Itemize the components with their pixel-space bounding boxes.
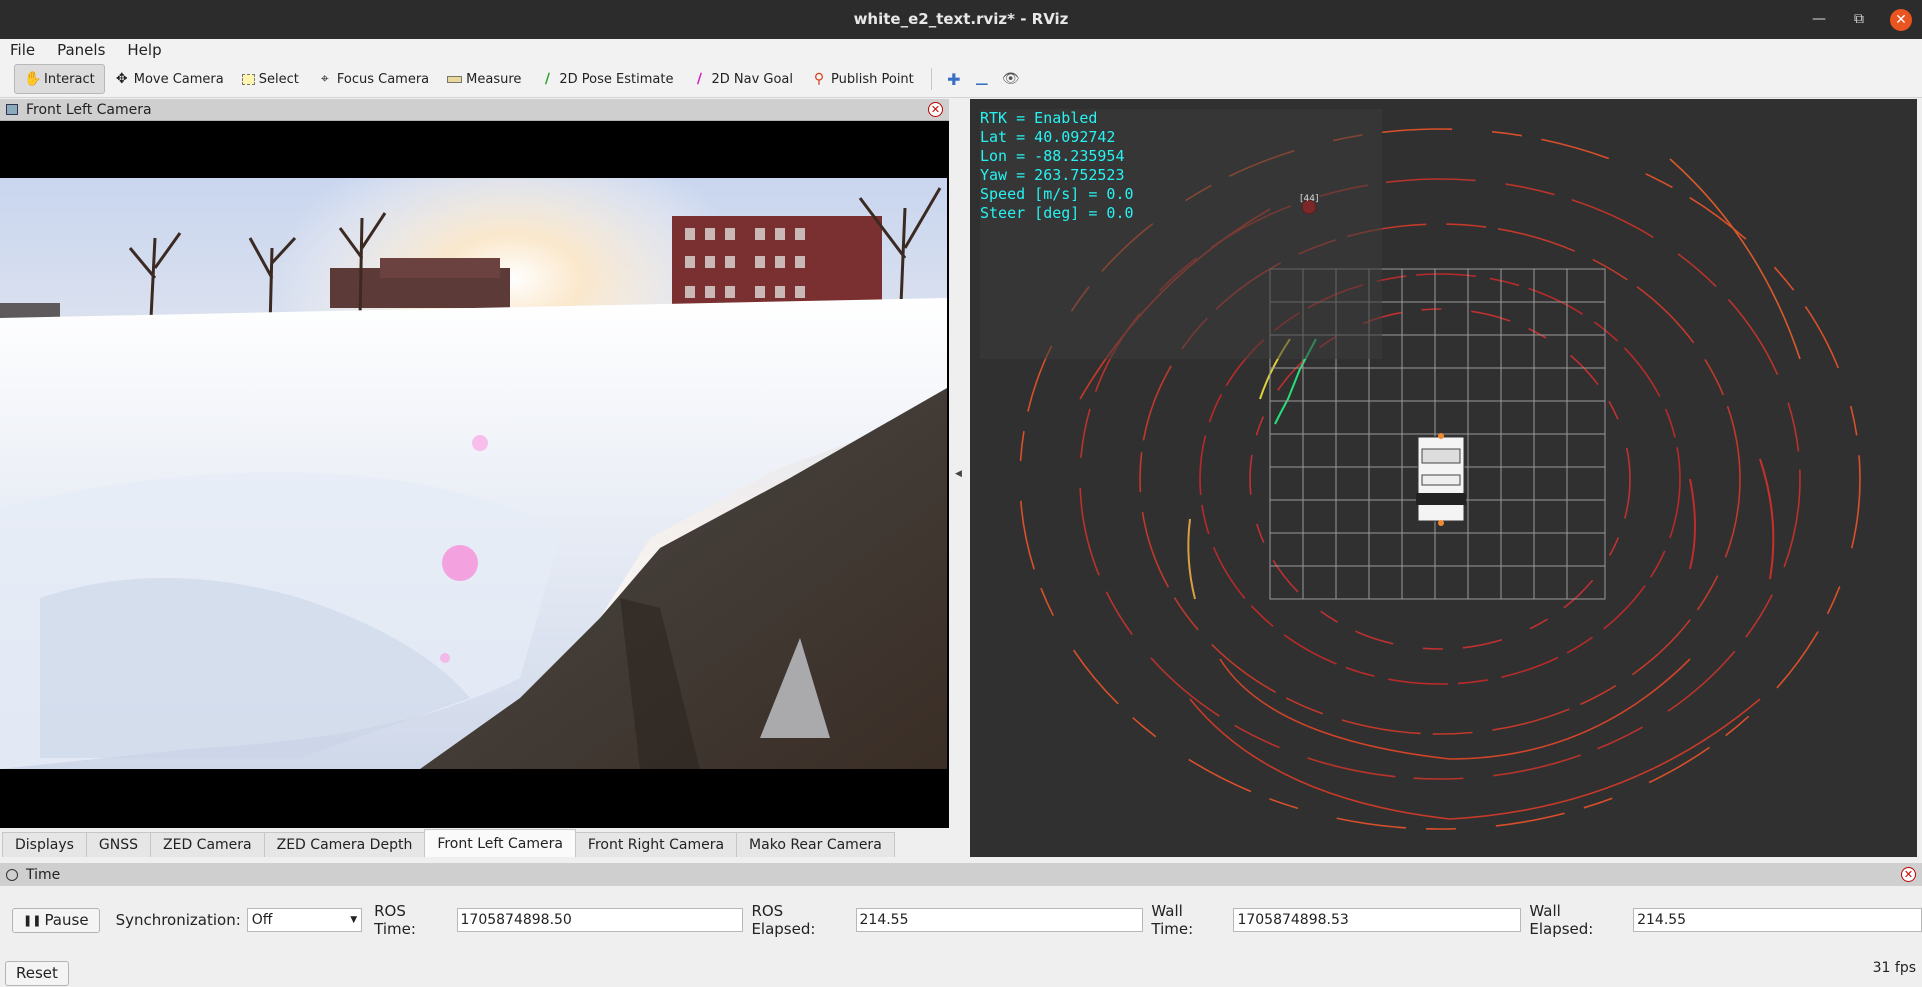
window-title: white_e2_text.rviz* - RViz (853, 10, 1069, 28)
tab-mako-rear-camera[interactable]: Mako Rear Camera (736, 832, 895, 857)
nav-goal-icon: ∕ (696, 71, 703, 87)
measure-icon (447, 75, 463, 83)
reset-button[interactable]: Reset (5, 961, 69, 986)
menu-panels[interactable]: Panels (53, 41, 109, 59)
menu-file[interactable]: File (6, 41, 39, 59)
tool-label: 2D Pose Estimate (559, 71, 674, 87)
marker-label: [44] (1300, 194, 1319, 204)
3d-render-view[interactable]: RTK = Enabled Lat = 40.092742 Lon = -88.… (970, 99, 1917, 857)
wall-time-field[interactable]: 1705874898.53 (1233, 908, 1522, 932)
restore-icon[interactable]: ⧉ (1850, 0, 1868, 39)
overlay-line-lat: Lat = 40.092742 (980, 128, 1116, 146)
camera-image (0, 178, 947, 769)
vehicle-model (1416, 433, 1466, 526)
info-overlay-text: RTK = Enabled Lat = 40.092742 Lon = -88.… (980, 109, 1134, 223)
wall-elapsed-field[interactable]: 214.55 (1633, 908, 1922, 932)
focus-camera-icon: ⌖ (320, 71, 329, 87)
time-panel-header: Time ✕ (0, 864, 1922, 886)
move-camera-icon: ✥ (115, 71, 128, 87)
ros-elapsed-label: ROS Elapsed: (751, 902, 816, 938)
tool-label: Focus Camera (336, 71, 430, 87)
camera-panel-header: Front Left Camera ✕ (0, 99, 949, 121)
sync-select[interactable]: Off ▼ (246, 908, 363, 932)
fps-counter: 31 fps (1872, 960, 1916, 976)
eye-icon: 👁 (1001, 71, 1020, 87)
minus-icon: ⚊ (974, 69, 989, 89)
front-left-camera-panel: Front Left Camera ✕ (0, 99, 949, 828)
camera-panel-title: Front Left Camera (26, 101, 152, 118)
minimize-icon[interactable]: — (1810, 0, 1828, 39)
time-panel-title: Time (26, 867, 61, 883)
dock-tab-bar: Displays GNSS ZED Camera ZED Camera Dept… (0, 828, 970, 857)
camera-scene (0, 178, 947, 769)
panel-splitter[interactable]: ◀ (949, 99, 970, 857)
tool-label: Interact (44, 71, 95, 87)
ros-time-field[interactable]: 1705874898.50 (456, 908, 744, 932)
close-panel-icon[interactable]: ✕ (928, 102, 943, 117)
tool-label: Select (258, 71, 299, 87)
tab-front-left-camera[interactable]: Front Left Camera (424, 829, 576, 857)
view-options-button[interactable]: 👁 (996, 64, 1024, 94)
tool-label: 2D Nav Goal (711, 71, 794, 87)
overlay-line-rtk: RTK = Enabled (980, 109, 1098, 127)
toolbar: ✋ Interact ✥ Move Camera Select ⌖ Focus … (0, 61, 1922, 98)
add-tool-button[interactable]: ✚ (940, 64, 968, 94)
clock-icon (6, 869, 18, 881)
select-tool-button[interactable]: Select (233, 64, 308, 94)
sync-value: Off (251, 912, 273, 928)
publish-point-icon: ⚲ (813, 71, 825, 87)
window-titlebar: white_e2_text.rviz* - RViz — ⧉ ✕ (0, 0, 1922, 39)
ros-time-label: ROS Time: (374, 902, 416, 938)
wall-time-label: Wall Time: (1151, 902, 1194, 938)
chevron-down-icon: ▼ (350, 915, 358, 925)
collapse-left-icon[interactable]: ◀ (955, 469, 962, 479)
menu-bar: File Panels Help (0, 39, 1922, 61)
menu-help[interactable]: Help (123, 41, 165, 59)
publish-point-tool-button[interactable]: ⚲ Publish Point (802, 64, 923, 94)
nav-goal-tool-button[interactable]: ∕ 2D Nav Goal (682, 64, 802, 94)
sync-label: Synchronization: (115, 911, 241, 929)
close-window-icon[interactable]: ✕ (1890, 8, 1912, 31)
time-panel: Time ✕ ❚❚ Pause Synchronization: Off ▼ R… (0, 863, 1922, 987)
interact-tool-button[interactable]: ✋ Interact (14, 64, 105, 94)
close-time-panel-icon[interactable]: ✕ (1901, 867, 1916, 882)
toolbar-separator (930, 68, 932, 90)
tab-gnss[interactable]: GNSS (85, 832, 152, 857)
remove-tool-button[interactable]: ⚊ (968, 64, 996, 94)
overlay-line-yaw: Yaw = 263.752523 (980, 166, 1125, 184)
overlay-line-speed: Speed [m/s] = 0.0 (980, 185, 1134, 203)
pause-icon: ❚❚ (23, 913, 42, 927)
pause-button[interactable]: ❚❚ Pause (12, 907, 100, 933)
right-dock-splitter[interactable] (1917, 99, 1922, 857)
overlay-line-lon: Lon = -88.235954 (980, 147, 1125, 165)
pose-estimate-tool-button[interactable]: ∕ 2D Pose Estimate (530, 64, 682, 94)
time-controls-row: ❚❚ Pause Synchronization: Off ▼ ROS Time… (12, 902, 1922, 938)
ros-elapsed-field[interactable]: 214.55 (855, 908, 1144, 932)
hand-icon: ✋ (24, 71, 42, 87)
overlay-line-steer: Steer [deg] = 0.0 (980, 204, 1134, 222)
plus-icon: ✚ (947, 69, 961, 89)
tab-zed-camera-depth[interactable]: ZED Camera Depth (263, 832, 426, 857)
measure-tool-button[interactable]: Measure (438, 64, 530, 94)
tool-label: Measure (466, 71, 522, 87)
tab-displays[interactable]: Displays (2, 832, 87, 857)
tool-label: Publish Point (831, 71, 914, 87)
panel-icon (6, 104, 18, 115)
pause-label: Pause (44, 910, 89, 929)
tab-front-right-camera[interactable]: Front Right Camera (574, 832, 738, 857)
pose-estimate-icon: ∕ (544, 71, 550, 87)
focus-camera-tool-button[interactable]: ⌖ Focus Camera (308, 64, 438, 94)
wall-elapsed-label: Wall Elapsed: (1529, 902, 1594, 938)
tab-zed-camera[interactable]: ZED Camera (150, 832, 265, 857)
select-icon (241, 73, 255, 85)
tool-label: Move Camera (133, 71, 224, 87)
move-camera-tool-button[interactable]: ✥ Move Camera (105, 64, 233, 94)
